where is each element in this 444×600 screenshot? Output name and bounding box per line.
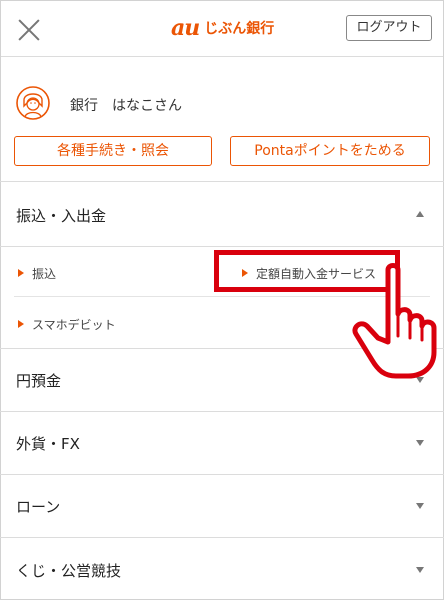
chevron-up-icon	[416, 211, 424, 217]
header: au じぶん銀行 ログアウト	[1, 1, 443, 57]
chevron-down-icon	[416, 567, 424, 573]
user-greeting: 銀行 はなこさん	[70, 98, 182, 114]
menu-label-yen-deposit: 円預金	[16, 372, 62, 390]
submenu-item-transfer[interactable]: 振込	[18, 265, 56, 282]
submenu-label: 振込	[32, 267, 57, 281]
avatar-icon	[16, 86, 50, 120]
menu-label-loan: ローン	[16, 498, 61, 516]
logout-button[interactable]: ログアウト	[346, 15, 432, 41]
chevron-down-icon	[416, 440, 424, 446]
menu-loan[interactable]: ローン	[0, 475, 444, 538]
brand-logo: au じぶん銀行	[171, 15, 274, 41]
menu-transfer[interactable]: 振込・入出金	[0, 183, 444, 247]
ponta-points-button[interactable]: Pontaポイントをためる	[230, 136, 430, 166]
submenu-label: スマホデビット	[32, 318, 116, 332]
pointing-hand-icon	[352, 263, 437, 379]
chevron-down-icon	[416, 503, 424, 509]
procedures-button[interactable]: 各種手続き・照会	[14, 136, 212, 166]
menu-label-transfer: 振込・入出金	[16, 207, 107, 225]
logo-text: じぶん銀行	[204, 21, 275, 37]
menu-label-lottery: くじ・公営競技	[16, 562, 122, 580]
close-icon[interactable]	[15, 16, 43, 44]
user-section: 銀行 はなこさん 各種手続き・照会 Pontaポイントをためる	[0, 56, 444, 182]
submenu-item-smartphone-debit[interactable]: スマホデビット	[18, 316, 116, 333]
arrow-right-icon	[18, 320, 24, 328]
menu-foreign-fx[interactable]: 外貨・FX	[0, 412, 444, 475]
menu-label-foreign-fx: 外貨・FX	[16, 435, 80, 453]
menu-lottery[interactable]: くじ・公営競技	[0, 538, 444, 598]
arrow-right-icon	[18, 269, 24, 277]
logo-mark: au	[171, 15, 200, 41]
